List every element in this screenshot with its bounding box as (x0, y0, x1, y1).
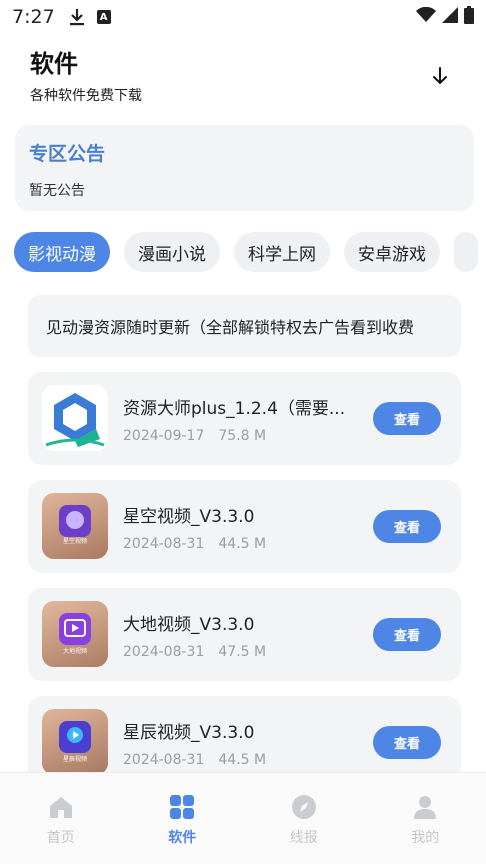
wifi-icon (416, 6, 436, 28)
app-date: 2024-08-31 (123, 644, 205, 660)
app-date: 2024-08-31 (123, 752, 205, 768)
app-size: 44.5 M (218, 752, 267, 768)
notice-title: 专区公告 (29, 143, 106, 165)
a-notification-icon: A (96, 10, 111, 24)
page-subtitle: 各种软件免费下载 (30, 88, 142, 104)
app-size: 44.5 M (218, 536, 267, 552)
nav-software[interactable]: 软件 (122, 773, 244, 864)
svg-text:大地视频: 大地视频 (63, 647, 87, 655)
app-size: 47.5 M (218, 644, 267, 660)
nav-label: 线报 (289, 830, 318, 846)
tab-comics-novels[interactable]: 漫画小说 (124, 232, 220, 272)
page-title: 软件 (30, 50, 78, 78)
status-time: 7:27 (12, 6, 55, 28)
app-name: 星空视频_V3.3.0 (123, 507, 255, 527)
download-icon (69, 8, 85, 26)
view-button[interactable]: 查看 (373, 402, 441, 435)
bottom-nav: 首页 软件 线报 我的 (0, 772, 486, 864)
app-card[interactable]: 大地视频 大地视频_V3.3.0 2024-08-31 47.5 M 查看 (28, 588, 461, 681)
app-meta: 2024-08-31 47.5 M (123, 644, 266, 660)
page-header: 软件 各种软件免费下载 (30, 44, 460, 105)
notice-body: 暂无公告 (29, 183, 85, 199)
tab-more-partial[interactable] (454, 232, 478, 272)
xingchen-video-icon: 星辰视频 (42, 709, 108, 775)
home-icon (49, 797, 72, 818)
app-meta: 2024-09-17 75.8 M (123, 428, 266, 444)
notice-card: 专区公告 暂无公告 (15, 125, 474, 211)
grid-icon (170, 795, 195, 819)
user-icon (414, 796, 437, 819)
battery-icon (464, 5, 474, 29)
tab-film-anime[interactable]: 影视动漫 (14, 232, 110, 272)
nav-home[interactable]: 首页 (0, 773, 122, 864)
compass-icon (291, 795, 316, 819)
resource-master-icon (42, 385, 108, 451)
arrow-down-icon (433, 67, 447, 85)
view-button[interactable]: 查看 (373, 618, 441, 651)
app-name: 星辰视频_V3.3.0 (123, 723, 255, 743)
app-meta: 2024-08-31 44.5 M (123, 752, 266, 768)
download-button[interactable] (428, 64, 452, 88)
status-bar: 7:27 A (0, 0, 486, 34)
category-tabs: 影视动漫 漫画小说 科学上网 安卓游戏 (14, 232, 486, 274)
view-button[interactable]: 查看 (373, 510, 441, 543)
app-date: 2024-09-17 (123, 428, 205, 444)
svg-text:星辰视频: 星辰视频 (63, 755, 87, 763)
app-name: 资源大师plus_1.2.4（需要... (123, 399, 346, 419)
marquee-banner: 见动漫资源随时更新（全部解锁特权去广告看到收费 (28, 295, 461, 357)
tab-android-games[interactable]: 安卓游戏 (344, 232, 440, 272)
nav-label: 首页 (46, 830, 75, 846)
svg-text:星空视频: 星空视频 (63, 537, 87, 545)
app-size: 75.8 M (218, 428, 267, 444)
app-meta: 2024-08-31 44.5 M (123, 536, 266, 552)
cellular-icon (442, 6, 458, 28)
dadi-video-icon: 大地视频 (42, 601, 108, 667)
nav-tips[interactable]: 线报 (243, 773, 365, 864)
app-card[interactable]: 星空视频 星空视频_V3.3.0 2024-08-31 44.5 M 查看 (28, 480, 461, 573)
app-card[interactable]: 资源大师plus_1.2.4（需要... 2024-09-17 75.8 M 查看 (28, 372, 461, 465)
nav-label: 软件 (168, 830, 197, 846)
xingkong-video-icon: 星空视频 (42, 493, 108, 559)
app-date: 2024-08-31 (123, 536, 205, 552)
marquee-text: 见动漫资源随时更新（全部解锁特权去广告看到收费 (46, 318, 415, 337)
view-button[interactable]: 查看 (373, 726, 441, 759)
tab-vpn[interactable]: 科学上网 (234, 232, 330, 272)
app-name: 大地视频_V3.3.0 (123, 615, 255, 635)
nav-label: 我的 (411, 830, 440, 846)
nav-mine[interactable]: 我的 (365, 773, 486, 864)
